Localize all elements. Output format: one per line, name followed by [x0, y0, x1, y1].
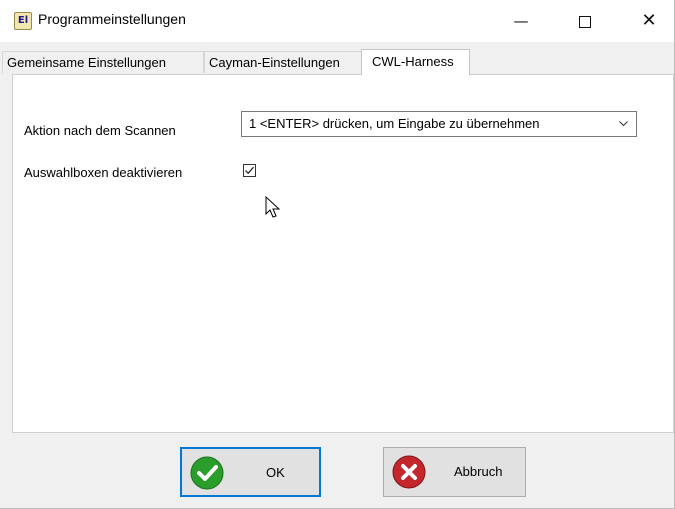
tab-strip: Gemeinsame Einstellungen Cayman-Einstell…: [0, 42, 674, 75]
ok-button-label: OK: [266, 465, 285, 480]
cancel-button-label: Abbruch: [454, 464, 503, 479]
cancel-button[interactable]: Abbruch: [383, 447, 526, 497]
app-icon: El: [14, 12, 32, 30]
tab-cayman-einstellungen[interactable]: Cayman-Einstellungen: [204, 51, 362, 73]
disable-checkboxes-checkbox[interactable]: [243, 164, 256, 177]
action-after-scan-label: Aktion nach dem Scannen: [24, 123, 176, 138]
title-bar[interactable]: El Programmeinstellungen — ✕: [0, 0, 674, 42]
maximize-icon: [579, 15, 591, 28]
close-button[interactable]: ✕: [626, 0, 672, 42]
disable-checkboxes-label: Auswahlboxen deaktivieren: [24, 165, 183, 180]
ok-button[interactable]: OK: [180, 447, 321, 497]
settings-window: El Programmeinstellungen — ✕ Gemeinsame …: [0, 0, 675, 509]
checkmark-icon: [245, 166, 254, 175]
dropdown-selected-value: 1 <ENTER> drücken, um Eingabe zu überneh…: [249, 116, 540, 131]
check-circle-icon: [190, 456, 224, 490]
tab-gemeinsame-einstellungen[interactable]: Gemeinsame Einstellungen: [2, 51, 204, 73]
minimize-button[interactable]: —: [498, 0, 544, 42]
maximize-button[interactable]: [562, 0, 608, 42]
action-after-scan-dropdown[interactable]: 1 <ENTER> drücken, um Eingabe zu überneh…: [241, 111, 637, 137]
x-circle-icon: [392, 455, 426, 489]
window-title: Programmeinstellungen: [38, 11, 186, 27]
mouse-cursor-icon: [265, 196, 281, 218]
chevron-down-icon: [619, 121, 628, 127]
tab-cwl-harness[interactable]: CWL-Harness: [361, 49, 470, 75]
